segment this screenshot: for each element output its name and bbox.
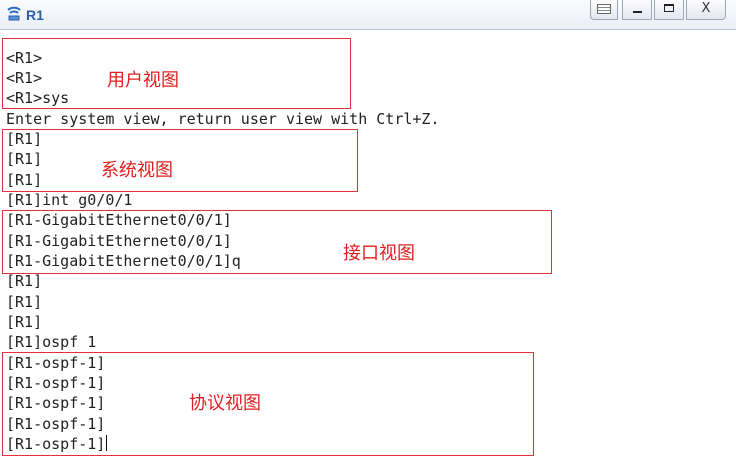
system-view-annotation: 系统视图 <box>101 160 173 181</box>
terminal-line: [R1]int g0/0/1 <box>6 191 133 209</box>
minimize-button[interactable] <box>622 0 652 20</box>
terminal-line: Enter system view, return user view with… <box>6 110 440 128</box>
terminal-line: [R1] <box>6 272 43 290</box>
router-app-icon <box>6 6 22 22</box>
window-menu-button[interactable] <box>590 0 618 20</box>
terminal-line: [R1] <box>6 313 43 331</box>
protocol-view-annotation: 协议视图 <box>189 393 261 414</box>
window-menu-icon <box>597 4 611 14</box>
interface-view-annotation: 接口视图 <box>343 243 415 264</box>
close-button[interactable]: X <box>686 0 726 20</box>
protocol-view-highlight-box <box>2 352 534 456</box>
title-bar[interactable]: R1 X <box>0 0 736 30</box>
window-title: R1 <box>26 7 44 23</box>
close-icon: X <box>701 1 711 16</box>
maximize-icon <box>664 4 674 12</box>
terminal-line: [R1] <box>6 293 43 311</box>
system-view-highlight-box <box>2 129 358 192</box>
maximize-button[interactable] <box>654 0 684 20</box>
terminal-window: R1 X <R1> <R1> <R1>sys Enter system view… <box>0 0 736 472</box>
interface-view-highlight-box <box>2 210 552 274</box>
user-view-annotation: 用户视图 <box>107 70 179 91</box>
minimize-icon <box>632 11 642 13</box>
terminal-line: [R1]ospf 1 <box>6 333 97 351</box>
